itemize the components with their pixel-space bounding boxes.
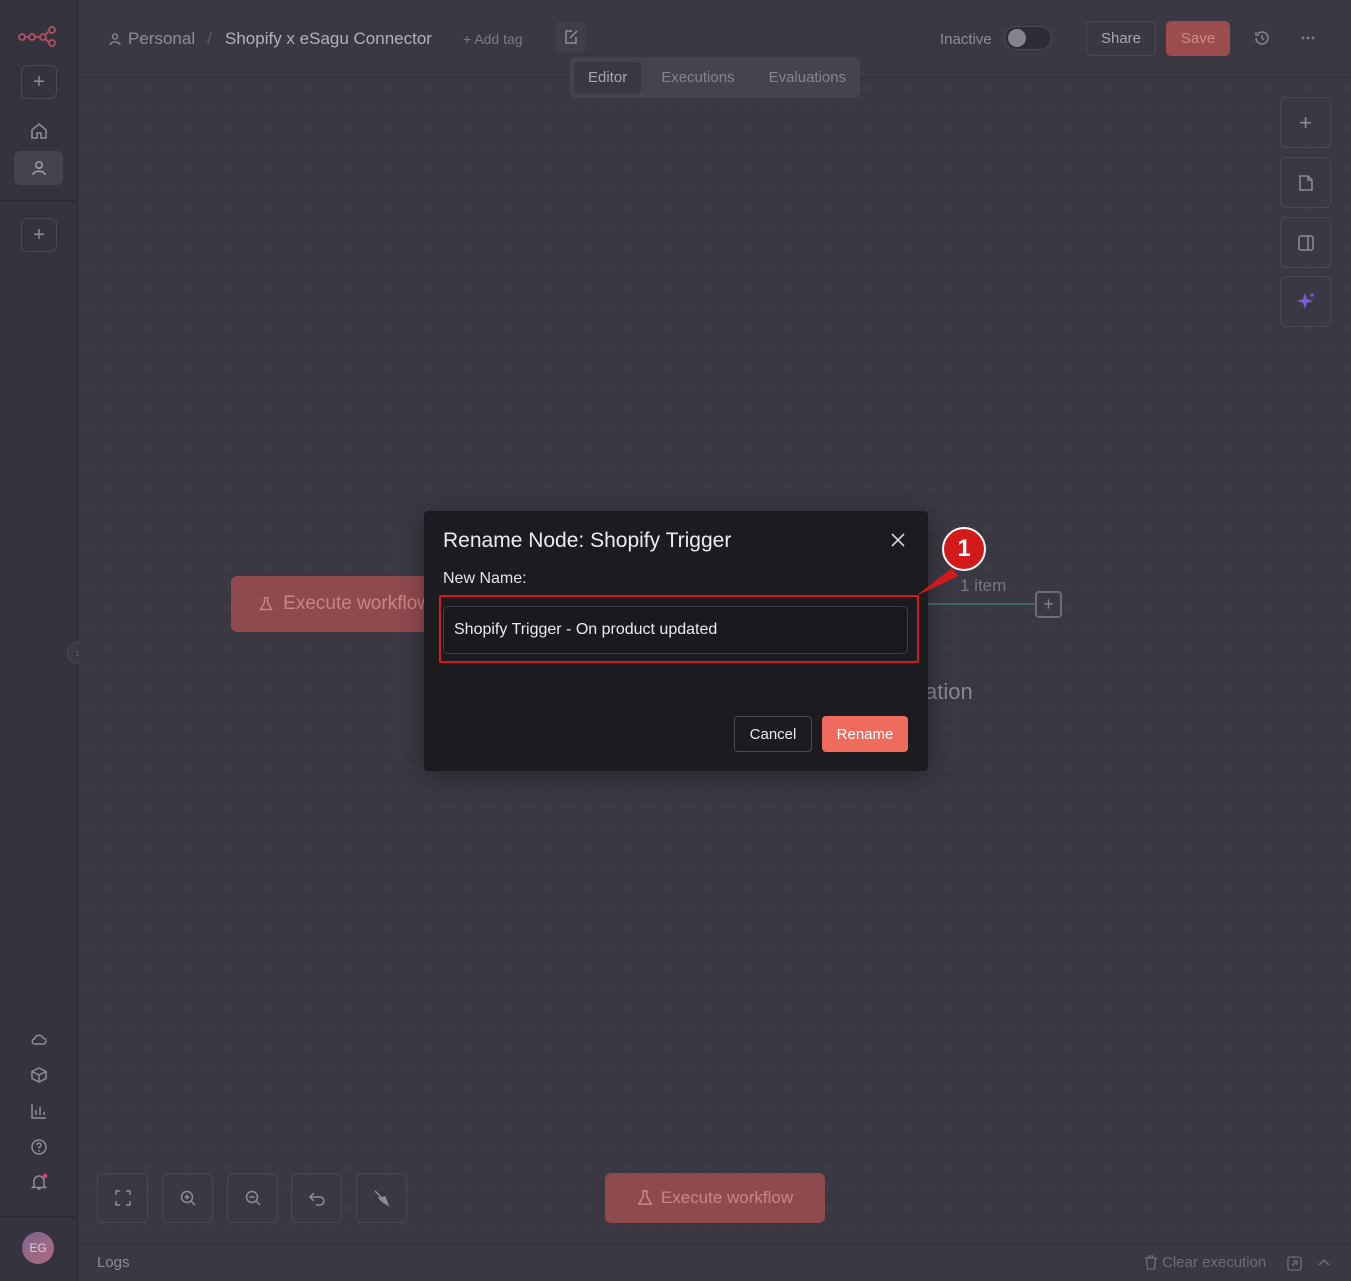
templates-cube-icon[interactable] <box>14 1058 63 1092</box>
insights-chart-icon[interactable] <box>14 1094 63 1128</box>
close-icon[interactable] <box>888 530 908 550</box>
zoom-out-icon[interactable] <box>227 1173 278 1223</box>
project-label: Personal <box>128 29 196 48</box>
execute-workflow-node[interactable]: Execute workflow <box>231 576 431 632</box>
fit-view-icon[interactable] <box>97 1173 148 1223</box>
flask-icon <box>637 1190 653 1206</box>
breadcrumb-separator: / <box>207 29 212 48</box>
connection-item-count: 1 item <box>960 576 1007 595</box>
create-button[interactable]: + <box>21 65 57 99</box>
activation-toggle[interactable] <box>1004 26 1052 50</box>
notifications-bell-icon[interactable] <box>14 1165 63 1199</box>
view-tabs: Editor Executions Evaluations <box>570 57 860 98</box>
undo-icon[interactable] <box>291 1173 342 1223</box>
tab-editor[interactable]: Editor <box>574 62 642 93</box>
share-button[interactable]: Share <box>1086 21 1156 56</box>
add-project-button[interactable]: + <box>21 218 57 252</box>
home-icon[interactable] <box>14 114 63 148</box>
annotation-highlight-box <box>439 595 919 663</box>
clear-execution-label: Clear execution <box>1162 1254 1267 1271</box>
history-icon[interactable] <box>1251 27 1273 49</box>
pop-out-icon[interactable] <box>1286 1255 1302 1271</box>
cloud-icon[interactable] <box>14 1022 63 1056</box>
breadcrumb-project[interactable]: Personal <box>108 29 195 49</box>
connection-line <box>918 603 1036 605</box>
user-icon <box>109 33 121 46</box>
execute-node-label: Execute workflow <box>283 593 431 614</box>
help-icon[interactable] <box>14 1130 63 1164</box>
edit-description-icon[interactable] <box>556 22 586 52</box>
logs-label: Logs <box>97 1254 130 1271</box>
rename-button[interactable]: Rename <box>822 716 908 752</box>
chevron-up-icon[interactable] <box>1316 1255 1332 1271</box>
tab-evaluations[interactable]: Evaluations <box>755 62 861 93</box>
zoom-in-icon[interactable] <box>162 1173 213 1223</box>
tidy-up-broom-icon[interactable] <box>356 1173 407 1223</box>
add-tag-button[interactable]: + Add tag <box>463 31 523 47</box>
workflow-name[interactable]: Shopify x eSagu Connector <box>225 29 432 49</box>
n8n-logo-icon[interactable] <box>18 24 58 48</box>
tab-executions[interactable]: Executions <box>647 62 748 93</box>
avatar[interactable]: EG <box>22 1232 54 1264</box>
cancel-button[interactable]: Cancel <box>734 716 812 752</box>
activation-status-label: Inactive <box>940 31 992 48</box>
trash-icon <box>1145 1255 1157 1270</box>
flask-icon <box>259 597 273 611</box>
personal-user-icon[interactable] <box>14 151 63 185</box>
new-name-label: New Name: <box>443 570 527 587</box>
add-node-button[interactable]: + <box>1280 97 1331 148</box>
clear-execution-button[interactable]: Clear execution <box>1144 1254 1266 1271</box>
save-button[interactable]: Save <box>1166 21 1230 56</box>
execute-workflow-button[interactable]: Execute workflow <box>605 1173 825 1223</box>
add-next-node-button[interactable]: + <box>1035 591 1062 618</box>
partial-node-label: ation <box>925 679 973 704</box>
logs-panel-bar[interactable]: Logs Clear execution <box>78 1244 1351 1281</box>
annotation-badge: 1 <box>942 527 986 571</box>
sticky-note-icon[interactable] <box>1280 157 1331 208</box>
more-options-icon[interactable] <box>1297 27 1319 49</box>
panel-toggle-icon[interactable] <box>1280 217 1331 268</box>
ai-assistant-sparkle-icon[interactable] <box>1280 276 1331 327</box>
sidebar: + + EG <box>0 0 78 1281</box>
execute-button-label: Execute workflow <box>660 1188 794 1207</box>
dialog-title: Rename Node: Shopify Trigger <box>443 529 732 552</box>
